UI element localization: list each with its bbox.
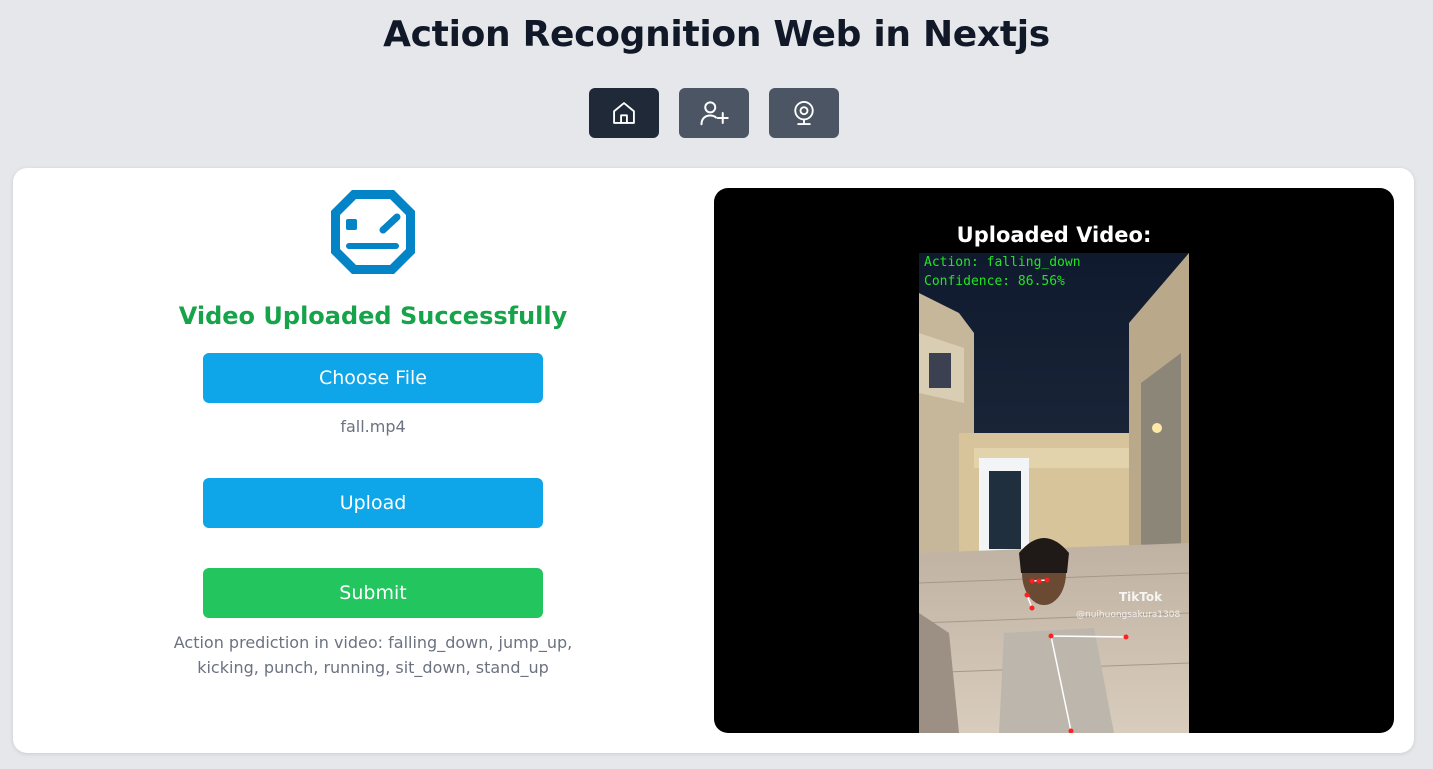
robot-logo-icon [331,190,415,274]
tiktok-watermark: TikTok [1119,590,1163,604]
video-panel: Uploaded Video: Action: falling_down Con… [714,188,1394,733]
video-frame-image [919,253,1189,733]
nav-add-user-button[interactable] [679,88,749,138]
video-title: Uploaded Video: [956,223,1152,247]
main-card: Video Uploaded Successfully Choose File … [13,168,1414,753]
user-plus-icon [700,101,729,126]
selected-filename: fall.mp4 [340,417,406,436]
action-classes-hint: Action prediction in video: falling_down… [173,633,573,677]
submit-button[interactable]: Submit [203,568,543,618]
nav-webcam-button[interactable] [769,88,839,138]
top-nav [589,88,839,138]
nav-home-button[interactable] [589,88,659,138]
upload-button[interactable]: Upload [203,478,543,528]
home-icon [613,102,635,124]
upload-status: Video Uploaded Successfully [178,302,568,330]
page-title: Action Recognition Web in Nextjs [383,14,1050,55]
choose-file-button[interactable]: Choose File [203,353,543,403]
tiktok-username: @nuihuongsakura1308 [1076,610,1181,620]
overlay-action-label: Action: falling_down [924,255,1081,270]
video-player[interactable]: Action: falling_down Confidence: 86.56% … [919,253,1189,733]
overlay-confidence-label: Confidence: 86.56% [924,274,1065,289]
webcam-icon [794,100,814,126]
